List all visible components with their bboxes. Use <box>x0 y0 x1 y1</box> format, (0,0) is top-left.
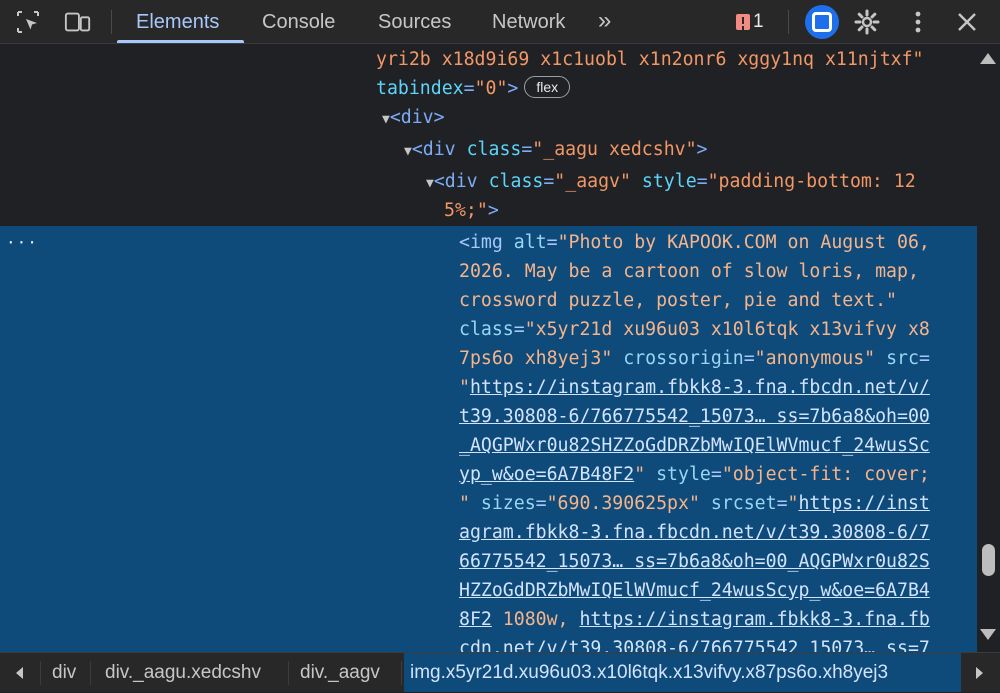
node-actions-ellipsis[interactable]: ··· <box>6 228 38 257</box>
breadcrumb-divider <box>90 661 91 685</box>
srcset-link[interactable]: 66775542_15073… ss=7b6a8&oh=00_AQGPWxr0u… <box>459 551 930 572</box>
more-options-icon[interactable] <box>904 8 932 36</box>
src-link[interactable]: _AQGPWxr0u82SHZZoGdDRZbMwIQElWVmucf_24wu… <box>459 435 930 456</box>
device-toolbar-icon[interactable] <box>64 8 92 36</box>
breadcrumb-item[interactable]: div <box>46 653 82 692</box>
srcset-link[interactable]: agram.fbkk8-3.fna.fbcdn.net/v/t39.30808-… <box>459 522 930 543</box>
tree-line[interactable]: ▼<div class="_aagu xedcshv"> <box>404 135 708 166</box>
ai-assistance-icon[interactable] <box>805 5 839 39</box>
tree-line[interactable]: ▼<div> <box>382 103 445 134</box>
srcset-link[interactable]: HZZoGdDRZbMwIQElWVmucf_24wusScyp_w&oe=6A… <box>459 580 930 601</box>
src-link[interactable]: yp_w&oe=6A7B48F2 <box>459 464 634 485</box>
breadcrumb-divider <box>401 661 402 685</box>
more-tabs-chevron-icon[interactable]: » <box>598 7 612 35</box>
breadcrumb: div div._aagu.xedcshv div._aagv img.x5yr… <box>0 652 1000 692</box>
tree-line[interactable]: yri2b x18d9i69 x1c1uobl x1n2onr6 xggy1nq… <box>376 45 924 74</box>
srcset-link[interactable]: 8F2 <box>459 609 492 630</box>
srcset-link[interactable]: cdn.net/v/t39.30808-6/766775542_15073… s… <box>459 638 930 652</box>
toolbar-divider <box>111 10 112 34</box>
src-link[interactable]: https://instagram.fbkk8-3.fna.fbcdn.net/… <box>470 377 930 398</box>
tab-elements[interactable]: Elements <box>136 0 219 43</box>
breadcrumb-divider <box>40 661 41 685</box>
toolbar-divider <box>788 10 789 34</box>
issues-button[interactable]: 1 <box>736 10 764 34</box>
inspect-element-icon[interactable] <box>14 8 42 36</box>
breadcrumb-item[interactable]: div._aagv <box>294 653 386 692</box>
tree-line[interactable]: 5%;"> <box>444 196 499 225</box>
breadcrumb-scroll-left-icon[interactable] <box>16 667 23 679</box>
breadcrumb-item-selected[interactable]: img.x5yr21d.xu96u03.x10l6tqk.x13vifvy.x8… <box>404 653 961 692</box>
expand-triangle-icon[interactable]: ▼ <box>426 176 434 191</box>
breadcrumb-item[interactable]: div._aagu.xedcshv <box>99 653 267 692</box>
tab-console[interactable]: Console <box>262 0 335 43</box>
scroll-down-arrow-icon[interactable] <box>980 629 996 640</box>
tree-line[interactable]: tabindex="0"> flex <box>376 74 571 103</box>
expand-triangle-icon[interactable]: ▼ <box>404 144 412 159</box>
tree-line[interactable]: ▼<div class="_aagv" style="padding-botto… <box>426 167 916 198</box>
src-link[interactable]: t39.30808-6/766775542_15073… ss=7b6a8&oh… <box>459 406 930 427</box>
tab-sources[interactable]: Sources <box>378 0 451 43</box>
expand-triangle-icon[interactable]: ▼ <box>382 112 390 127</box>
flex-badge[interactable]: flex <box>524 76 571 98</box>
srcset-link[interactable]: https://instagram.fbkk8-3.fna.fb <box>579 609 929 630</box>
issues-icon <box>736 14 750 30</box>
srcset-link[interactable]: https://inst <box>798 493 929 514</box>
close-icon[interactable] <box>953 8 981 36</box>
scroll-up-arrow-icon[interactable] <box>980 53 996 64</box>
breadcrumb-divider <box>288 661 289 685</box>
scrollbar-thumb[interactable] <box>982 544 995 576</box>
issues-count: 1 <box>753 11 764 32</box>
breadcrumb-scroll-right-icon[interactable] <box>976 667 983 679</box>
devtools-toolbar: Elements Console Sources Network » 1 <box>0 0 1000 44</box>
settings-gear-icon[interactable] <box>853 8 881 36</box>
active-tab-indicator <box>117 40 244 43</box>
dom-tree[interactable]: ··· yri2b x18d9i69 x1c1uobl x1n2onr6 xgg… <box>0 44 977 652</box>
tab-network[interactable]: Network <box>492 0 565 43</box>
